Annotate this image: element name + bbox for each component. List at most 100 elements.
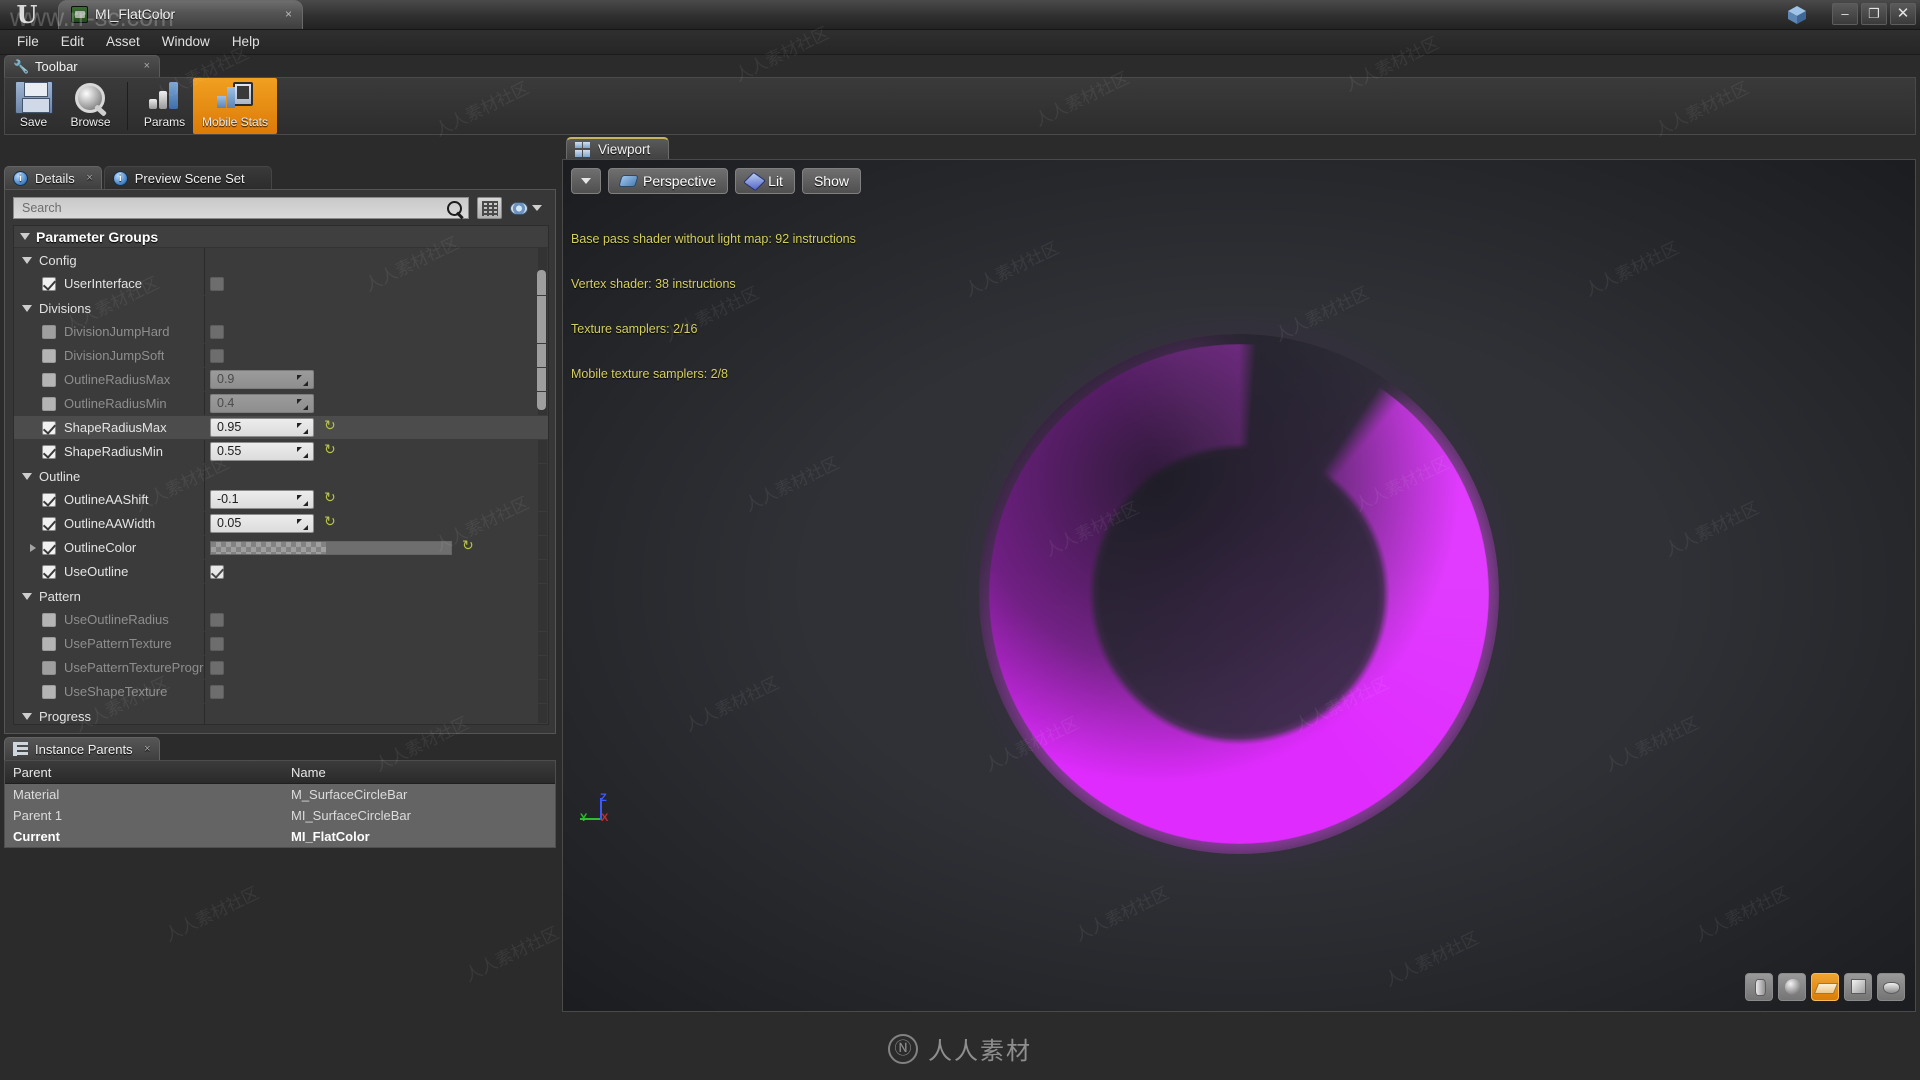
menu-asset[interactable]: Asset	[95, 31, 151, 53]
expand-arrow-icon[interactable]	[30, 544, 36, 552]
param-value-checkbox[interactable]	[210, 684, 224, 699]
spinner-icon[interactable]	[297, 399, 308, 410]
param-number-input[interactable]: 0.55	[210, 442, 314, 461]
viewport-options-button[interactable]	[571, 168, 601, 194]
param-enable-checkbox[interactable]	[42, 564, 56, 579]
viewport[interactable]: Perspective Lit Show Base pass shader wi…	[562, 159, 1916, 1012]
cube-preview-button[interactable]	[1844, 973, 1872, 1001]
menu-edit[interactable]: Edit	[50, 31, 95, 53]
reset-to-default-icon[interactable]	[462, 542, 474, 554]
param-number-input[interactable]: 0.95	[210, 418, 314, 437]
param-enable-checkbox[interactable]	[42, 492, 56, 507]
table-row[interactable]: Parent 1 MI_SurfaceCircleBar	[5, 805, 555, 826]
param-row-useoutline[interactable]: UseOutline	[14, 560, 548, 584]
cylinder-preview-button[interactable]	[1745, 973, 1773, 1001]
instance-parents-tab[interactable]: Instance Parents ×	[4, 737, 160, 760]
plane-preview-button[interactable]	[1811, 973, 1839, 1001]
teapot-preview-button[interactable]	[1877, 973, 1905, 1001]
param-number-input[interactable]: 0.05	[210, 514, 314, 533]
param-row-shaperadiusmax[interactable]: ShapeRadiusMax 0.95	[14, 416, 548, 440]
reset-to-default-icon[interactable]	[324, 494, 336, 506]
reset-to-default-icon[interactable]	[324, 518, 336, 530]
param-row-outlineaashift[interactable]: OutlineAAShift -0.1	[14, 488, 548, 512]
group-header-pattern[interactable]: Pattern	[14, 584, 548, 608]
camera-mode-button[interactable]: Perspective	[608, 168, 729, 194]
close-button[interactable]: ✕	[1890, 3, 1916, 25]
group-header-outline[interactable]: Outline	[14, 464, 548, 488]
toolbar-panel-close-icon[interactable]: ×	[144, 60, 150, 72]
param-row-outlineaawidth[interactable]: OutlineAAWidth 0.05	[14, 512, 548, 536]
viewport-tab[interactable]: Viewport	[566, 137, 670, 159]
params-button[interactable]: Params	[136, 78, 193, 134]
param-row-outlineradiusmin[interactable]: OutlineRadiusMin 0.4	[14, 392, 548, 416]
param-value-checkbox[interactable]	[210, 660, 224, 675]
table-row[interactable]: Current MI_FlatColor	[5, 826, 555, 847]
document-tab-close-icon[interactable]: ×	[285, 7, 292, 21]
minimize-button[interactable]: –	[1832, 3, 1858, 25]
tab-details[interactable]: i Details ×	[4, 166, 102, 189]
save-button[interactable]: Save	[5, 78, 62, 134]
browse-button[interactable]: Browse	[62, 78, 119, 134]
param-value-checkbox[interactable]	[210, 276, 224, 291]
param-enable-checkbox[interactable]	[42, 612, 56, 627]
param-value-checkbox[interactable]	[210, 348, 224, 363]
param-row-userinterface[interactable]: UserInterface	[14, 272, 548, 296]
param-row-usepatterntexture[interactable]: UsePatternTexture	[14, 632, 548, 656]
param-enable-checkbox[interactable]	[42, 636, 56, 651]
toolbar-panel-tab[interactable]: 🔧 Toolbar ×	[4, 55, 160, 77]
spinner-icon[interactable]	[297, 375, 308, 386]
tab-preview-scene-settings[interactable]: i Preview Scene Set	[103, 166, 272, 189]
param-value-checkbox[interactable]	[210, 636, 224, 651]
group-header-config[interactable]: Config	[14, 248, 548, 272]
table-row[interactable]: Material M_SurfaceCircleBar	[5, 784, 555, 805]
group-header-progress[interactable]: Progress	[14, 704, 548, 724]
color-swatch[interactable]	[210, 540, 452, 555]
param-enable-checkbox[interactable]	[42, 444, 56, 459]
param-value-checkbox[interactable]	[210, 564, 224, 579]
view-mode-button[interactable]: Lit	[735, 168, 795, 194]
spinner-icon[interactable]	[297, 447, 308, 458]
param-row-shaperadiusmin[interactable]: ShapeRadiusMin 0.55	[14, 440, 548, 464]
param-number-input[interactable]: 0.4	[210, 394, 314, 413]
param-number-input[interactable]: 0.9	[210, 370, 314, 389]
param-enable-checkbox[interactable]	[42, 348, 56, 363]
param-enable-checkbox[interactable]	[42, 660, 56, 675]
group-header-divisions[interactable]: Divisions	[14, 296, 548, 320]
spinner-icon[interactable]	[297, 423, 308, 434]
restore-button[interactable]: ❐	[1861, 3, 1887, 25]
parameter-groups-header[interactable]: Parameter Groups	[14, 226, 548, 248]
column-header-parent[interactable]: Parent	[5, 765, 283, 780]
menu-help[interactable]: Help	[221, 31, 271, 53]
param-enable-checkbox[interactable]	[42, 420, 56, 435]
spinner-icon[interactable]	[297, 519, 308, 530]
param-row-useoutlineradius[interactable]: UseOutlineRadius	[14, 608, 548, 632]
param-enable-checkbox[interactable]	[42, 540, 56, 555]
sphere-preview-button[interactable]	[1778, 973, 1806, 1001]
view-grid-button[interactable]	[477, 197, 502, 219]
param-value-checkbox[interactable]	[210, 324, 224, 339]
param-row-divisionjumphard[interactable]: DivisionJumpHard	[14, 320, 548, 344]
param-enable-checkbox[interactable]	[42, 516, 56, 531]
reset-to-default-icon[interactable]	[324, 422, 336, 434]
tab-details-close-icon[interactable]: ×	[86, 172, 92, 184]
param-number-input[interactable]: -0.1	[210, 490, 314, 509]
search-input[interactable]: Search	[13, 197, 469, 219]
param-row-useshapetexture[interactable]: UseShapeTexture	[14, 680, 548, 704]
menu-window[interactable]: Window	[151, 31, 221, 53]
menu-file[interactable]: File	[6, 31, 50, 53]
show-menu-button[interactable]: Show	[801, 168, 861, 194]
instance-parents-close-icon[interactable]: ×	[144, 743, 150, 755]
spinner-icon[interactable]	[297, 495, 308, 506]
param-row-outlineradiusmax[interactable]: OutlineRadiusMax 0.9	[14, 368, 548, 392]
param-enable-checkbox[interactable]	[42, 396, 56, 411]
view-options-button[interactable]	[510, 201, 542, 215]
param-enable-checkbox[interactable]	[42, 372, 56, 387]
param-row-usepatterntextureprogress[interactable]: UsePatternTextureProgres	[14, 656, 548, 680]
param-enable-checkbox[interactable]	[42, 276, 56, 291]
param-row-divisionjumpsoft[interactable]: DivisionJumpSoft	[14, 344, 548, 368]
reset-to-default-icon[interactable]	[324, 446, 336, 458]
mobile-stats-button[interactable]: Mobile Stats	[193, 78, 277, 134]
document-tab[interactable]: MI_FlatColor ×	[58, 0, 303, 29]
param-row-outlinecolor[interactable]: OutlineColor	[14, 536, 548, 560]
param-enable-checkbox[interactable]	[42, 684, 56, 699]
